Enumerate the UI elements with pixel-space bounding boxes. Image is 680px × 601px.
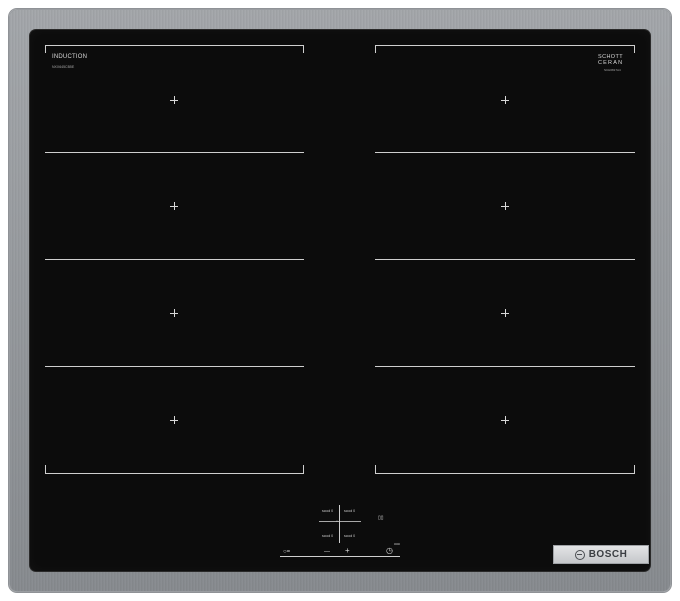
timer-icon[interactable]: ◷ xyxy=(386,547,393,555)
plus-button[interactable]: + xyxy=(345,547,350,555)
child-lock-icon[interactable]: ▯▯ xyxy=(378,514,384,522)
left-top-bracket-left-tick xyxy=(45,45,46,53)
right-top-bracket-left-tick xyxy=(375,45,376,53)
zone-right-4-cross-icon[interactable] xyxy=(501,416,509,424)
control-vertical-divider xyxy=(339,505,340,543)
right-bottom-bracket-left-tick xyxy=(375,465,376,473)
center-zone-icon[interactable]: ◦ xyxy=(336,518,338,526)
timer-label-bottom-left: scool 0 xyxy=(322,534,334,538)
timer-label-bottom-right: scool 0 xyxy=(344,534,356,538)
right-divider-3 xyxy=(375,366,635,367)
zone-left-1-cross-icon[interactable] xyxy=(170,96,178,104)
zone-left-4-cross-icon[interactable] xyxy=(170,416,178,424)
brand-name: BOSCH xyxy=(588,549,628,560)
left-top-bracket-right-tick xyxy=(303,45,304,53)
model-number-text: NXX645CB5E xyxy=(52,65,75,69)
ceramic-glass-cooktop xyxy=(30,30,650,571)
bosch-logo-icon xyxy=(574,549,585,560)
zone-right-3-cross-icon[interactable] xyxy=(501,309,509,317)
zone-left-3-cross-icon[interactable] xyxy=(170,309,178,317)
right-bottom-bracket-line xyxy=(375,473,635,474)
right-divider-1 xyxy=(375,152,635,153)
control-dashed-line xyxy=(319,521,361,522)
right-bottom-bracket-right-tick xyxy=(634,465,635,473)
zone-right-1-cross-icon[interactable] xyxy=(501,96,509,104)
ceran-logo-line2: CERAN xyxy=(598,60,624,66)
zone-left-2-cross-icon[interactable] xyxy=(170,202,178,210)
small-marker-text: ooo xyxy=(394,542,400,546)
brand-plate: BOSCH xyxy=(553,545,649,564)
left-top-bracket-line xyxy=(45,45,304,46)
power-on-off-button[interactable]: ○= xyxy=(283,548,290,556)
minus-button[interactable]: — xyxy=(324,548,330,556)
left-bottom-bracket-right-tick xyxy=(303,465,304,473)
left-bottom-bracket-line xyxy=(45,473,304,474)
timer-label-top-right: scool 0 xyxy=(344,509,356,513)
left-divider-1 xyxy=(45,152,304,153)
timer-label-top-left: scool 0 xyxy=(322,509,334,513)
induction-label: INDUCTION xyxy=(52,54,88,60)
schott-code-text: SCH0817A4 xyxy=(604,68,621,72)
left-divider-3 xyxy=(45,366,304,367)
left-divider-2 xyxy=(45,259,304,260)
control-slider-baseline xyxy=(280,556,400,557)
zone-right-2-cross-icon[interactable] xyxy=(501,202,509,210)
right-top-bracket-line xyxy=(375,45,635,46)
right-divider-2 xyxy=(375,259,635,260)
left-bottom-bracket-left-tick xyxy=(45,465,46,473)
right-top-bracket-right-tick xyxy=(634,45,635,53)
